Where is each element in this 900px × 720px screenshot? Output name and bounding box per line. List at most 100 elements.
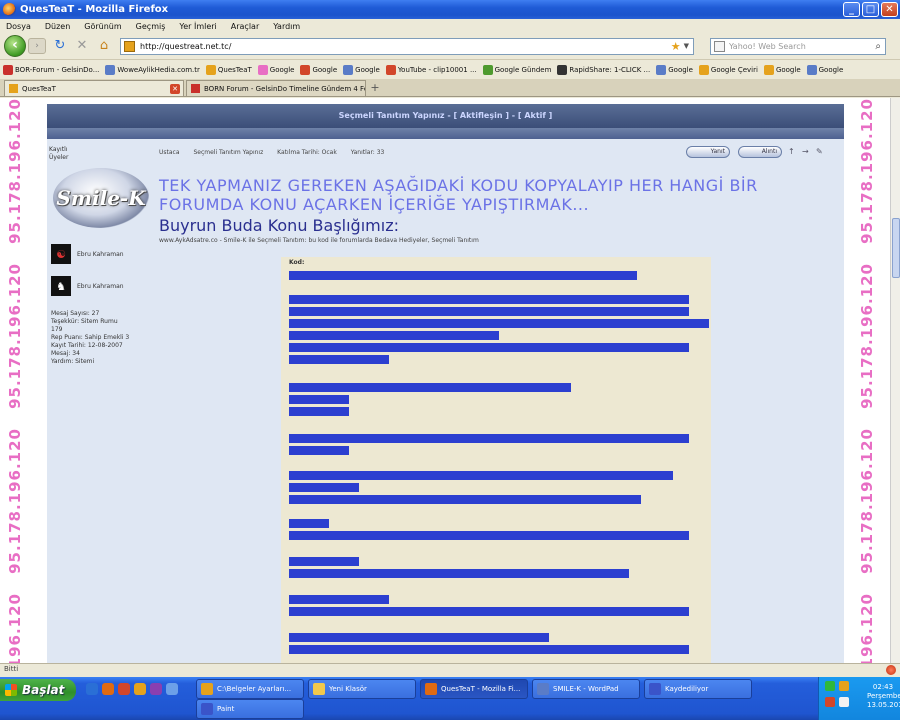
minimize-button[interactable]: _ — [843, 2, 860, 17]
quicklaunch-firefox-icon[interactable] — [102, 683, 114, 695]
selected-code-line[interactable] — [289, 595, 389, 604]
selected-code-line[interactable] — [289, 307, 689, 316]
start-button[interactable]: Başlat — [0, 679, 76, 701]
selected-code-line[interactable] — [289, 495, 641, 504]
tray-network-icon[interactable] — [825, 681, 835, 691]
menu-edit[interactable]: Düzen — [45, 22, 70, 31]
selected-code-line[interactable] — [289, 531, 689, 540]
selected-code-line[interactable] — [289, 607, 689, 616]
reload-icon[interactable]: ↻ — [52, 38, 68, 54]
quicklaunch-app-icon[interactable] — [150, 683, 162, 695]
edit-icon[interactable]: ✎ — [816, 148, 824, 156]
menu-history[interactable]: Geçmiş — [136, 22, 166, 31]
bookmark-label: Google — [312, 65, 338, 74]
selected-code-line[interactable] — [289, 483, 359, 492]
selected-code-line[interactable] — [289, 557, 359, 566]
search-placeholder[interactable]: Yahoo! Web Search — [729, 42, 875, 51]
selected-code-line[interactable] — [289, 271, 637, 280]
quicklaunch-ie-icon[interactable] — [86, 683, 98, 695]
bookmark-item[interactable]: QuesTeaT — [205, 64, 252, 75]
close-button[interactable]: ✕ — [881, 2, 898, 17]
bookmark-item[interactable]: YouTube - clip10001 ... — [385, 64, 477, 75]
selected-code-line[interactable] — [289, 633, 549, 642]
menu-file[interactable]: Dosya — [6, 22, 31, 31]
taskbar-item[interactable]: Yeni Klasör — [308, 679, 416, 699]
forward-button[interactable]: › — [28, 38, 46, 54]
url-dropdown-icon[interactable]: ▼ — [684, 42, 689, 50]
address-bar[interactable]: http://questreat.net.tc/ ★ ▼ — [120, 37, 694, 55]
user-avatar[interactable]: ☯ — [51, 244, 71, 264]
bookmark-item[interactable]: Google Gündem — [482, 64, 551, 75]
selected-code-line[interactable] — [289, 343, 689, 352]
url-text[interactable]: http://questreat.net.tc/ — [140, 42, 671, 51]
taskbar-item[interactable]: SMILE-K - WordPad — [532, 679, 640, 699]
search-box[interactable]: Yahoo! Web Search ⌕ — [710, 37, 886, 55]
menu-view[interactable]: Görünüm — [84, 22, 121, 31]
reply-button[interactable]: Yanıt — [686, 146, 730, 158]
selected-code-line[interactable] — [289, 519, 329, 528]
selected-code-line[interactable] — [289, 569, 629, 578]
maximize-button[interactable]: □ — [862, 2, 879, 17]
user-row[interactable]: ♞ Ebru Kahraman — [51, 276, 124, 296]
bookmark-item[interactable]: Google — [763, 64, 801, 75]
bookmark-item[interactable]: Google — [300, 64, 338, 75]
bookmark-item[interactable]: Google Çeviri — [698, 64, 758, 75]
tab-questeat[interactable]: QuesTeaT ✕ — [4, 80, 184, 96]
bookmark-favicon-icon — [698, 64, 709, 75]
bookmark-item[interactable]: Google — [343, 64, 380, 75]
search-icon[interactable]: ⌕ — [875, 41, 881, 52]
back-button[interactable]: ‹ — [4, 35, 26, 57]
search-engine-icon[interactable] — [714, 40, 725, 52]
taskbar-item[interactable]: C:\Belgeler Ayarları... — [196, 679, 304, 699]
selected-code-line[interactable] — [289, 434, 689, 443]
tray-clock[interactable]: 02:43 Perşembe 13.05.2010 — [867, 683, 900, 710]
bookmark-item[interactable]: BOR-Forum - GelsinDo... — [3, 64, 99, 75]
selected-code-line[interactable] — [289, 645, 689, 654]
arrow-right-icon[interactable]: → — [802, 148, 810, 156]
tray-app-icon[interactable] — [839, 697, 849, 707]
bookmark-item[interactable]: Google — [257, 64, 294, 75]
taskbar-item-active[interactable]: QuesTeaT - Mozilla Fi... — [420, 679, 528, 699]
scrollbar-thumb[interactable] — [892, 218, 900, 278]
tab-born-forum[interactable]: BORN Forum - GelsinDo Timeline Gündem 4 … — [186, 80, 366, 96]
arrow-up-icon[interactable]: ↑ — [788, 148, 796, 156]
user-name[interactable]: Ebru Kahraman — [77, 251, 124, 258]
bookmark-item[interactable]: Google — [806, 64, 843, 75]
user-row[interactable]: ☯ Ebru Kahraman — [51, 244, 124, 264]
tab-close-icon[interactable]: ✕ — [170, 83, 180, 94]
watermark-text: 95.178.196.120 — [858, 263, 876, 409]
quicklaunch-folder-icon[interactable] — [134, 683, 146, 695]
breadcrumb-item[interactable]: Seçmeli Tanıtım Yapınız — [193, 149, 263, 156]
selected-code-line[interactable] — [289, 355, 389, 364]
menu-tools[interactable]: Araçlar — [231, 22, 259, 31]
quote-button[interactable]: Alıntı — [738, 146, 782, 158]
selected-code-line[interactable] — [289, 446, 349, 455]
selected-code-line[interactable] — [289, 319, 709, 328]
selected-code-line[interactable] — [289, 331, 499, 340]
taskbar-item[interactable]: Kaydediliyor — [644, 679, 752, 699]
menu-help[interactable]: Yardım — [273, 22, 300, 31]
forum-topbar-text[interactable]: Seçmeli Tanıtım Yapınız - [ Aktifleşin ]… — [339, 111, 553, 120]
breadcrumb-item[interactable]: Ustaca — [159, 149, 180, 156]
selected-code-line[interactable] — [289, 471, 673, 480]
quicklaunch-media-icon[interactable] — [118, 683, 130, 695]
tray-volume-icon[interactable] — [839, 681, 849, 691]
user-avatar[interactable]: ♞ — [51, 276, 71, 296]
new-tab-button[interactable]: + — [368, 82, 382, 96]
bookmark-item[interactable]: RapidShare: 1-CLICK ... — [557, 64, 650, 75]
bookmark-item[interactable]: WoweAylikHedia.com.tr — [105, 64, 200, 75]
selected-code-line[interactable] — [289, 383, 571, 392]
bookmark-star-icon[interactable]: ★ — [671, 40, 681, 53]
selected-code-line[interactable] — [289, 295, 689, 304]
stop-icon[interactable]: ✕ — [74, 38, 90, 54]
tray-security-icon[interactable] — [825, 697, 835, 707]
taskbar-item[interactable]: Paint — [196, 699, 304, 719]
home-icon[interactable]: ⌂ — [96, 38, 112, 54]
user-name[interactable]: Ebru Kahraman — [77, 283, 124, 290]
quicklaunch-desktop-icon[interactable] — [166, 683, 178, 695]
vertical-scrollbar[interactable] — [890, 98, 900, 663]
menu-bookmarks[interactable]: Yer İmleri — [179, 22, 216, 31]
selected-code-line[interactable] — [289, 395, 349, 404]
selected-code-line[interactable] — [289, 407, 349, 416]
bookmark-item[interactable]: Google — [656, 64, 693, 75]
